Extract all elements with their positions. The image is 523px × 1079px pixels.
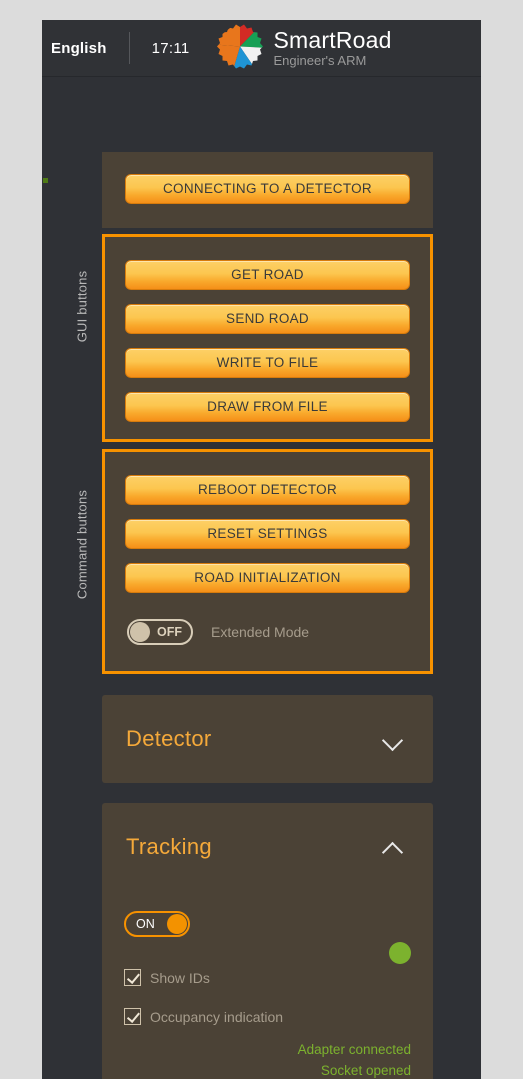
occupancy-indication-checkbox[interactable]	[124, 1008, 141, 1025]
status-adapter-connected: Adapter connected	[297, 1042, 411, 1057]
extended-mode-row: OFF Extended Mode	[127, 619, 430, 645]
gui-buttons-panel: GET ROAD SEND ROAD WRITE TO FILE DRAW FR…	[102, 234, 433, 442]
group-label-command-buttons: Command buttons	[74, 489, 90, 600]
occupancy-indication-label: Occupancy indication	[150, 1008, 284, 1025]
tracking-toggle-state: ON	[136, 917, 155, 931]
get-road-button[interactable]: GET ROAD	[125, 260, 410, 290]
app-window: English 17:11 SmartRoad Engineer's ARM G…	[42, 20, 481, 1079]
brand-block: SmartRoad Engineer's ARM	[273, 26, 392, 69]
tracking-section-header[interactable]: Tracking	[102, 803, 433, 891]
tracking-toggle[interactable]: ON	[124, 911, 190, 937]
chevron-down-icon[interactable]	[381, 731, 407, 747]
app-header: English 17:11 SmartRoad Engineer's ARM	[42, 20, 481, 77]
connecting-to-detector-button[interactable]: CONNECTING TO A DETECTOR	[125, 174, 410, 204]
toggle-knob	[130, 622, 150, 642]
occupancy-indication-row: Occupancy indication	[124, 1008, 433, 1025]
header-divider	[128, 32, 130, 64]
tracking-status-dot	[389, 942, 411, 964]
brand-subtitle: Engineer's ARM	[273, 52, 367, 68]
send-road-button[interactable]: SEND ROAD	[125, 304, 410, 334]
show-ids-label: Show IDs	[150, 969, 210, 986]
tracking-section: Tracking ON Show IDs Occupancy indicatio…	[102, 803, 433, 1079]
detector-section-header[interactable]: Detector	[102, 695, 433, 783]
language-label[interactable]: English	[51, 40, 107, 57]
detector-title: Detector	[126, 726, 212, 751]
road-initialization-button[interactable]: ROAD INITIALIZATION	[125, 563, 410, 593]
write-to-file-button[interactable]: WRITE TO FILE	[125, 348, 410, 378]
brand-title: SmartRoad	[273, 26, 392, 53]
extended-mode-label: Extended Mode	[211, 624, 310, 640]
show-ids-checkbox[interactable]	[124, 969, 141, 986]
group-label-gui-buttons: GUI buttons	[74, 270, 90, 343]
draw-from-file-button[interactable]: DRAW FROM FILE	[125, 392, 410, 422]
detector-section: Detector	[102, 695, 433, 783]
toggle-knob	[167, 914, 187, 934]
connect-panel: CONNECTING TO A DETECTOR	[102, 152, 433, 228]
main-body: GUI buttons Command buttons CONNECTING T…	[42, 77, 481, 1079]
tracking-toggle-row: ON	[124, 911, 433, 937]
status-socket-opened: Socket opened	[320, 1063, 411, 1078]
show-ids-row: Show IDs	[124, 969, 433, 986]
chevron-up-icon[interactable]	[381, 839, 407, 855]
gear-pinwheel-logo-icon	[212, 23, 268, 73]
reboot-detector-button[interactable]: REBOOT DETECTOR	[125, 475, 410, 505]
clock-label: 17:11	[151, 39, 190, 57]
tracking-body: ON Show IDs Occupancy indication Adapter…	[102, 911, 433, 1079]
command-buttons-panel: REBOOT DETECTOR RESET SETTINGS ROAD INIT…	[102, 449, 433, 674]
edge-indicator-dot	[43, 178, 48, 183]
extended-mode-toggle[interactable]: OFF	[127, 619, 193, 645]
extended-mode-toggle-state: OFF	[157, 625, 182, 639]
reset-settings-button[interactable]: RESET SETTINGS	[125, 519, 410, 549]
tracking-title: Tracking	[126, 834, 212, 859]
tracking-status-messages: Adapter connected Socket opened	[102, 1039, 411, 1079]
